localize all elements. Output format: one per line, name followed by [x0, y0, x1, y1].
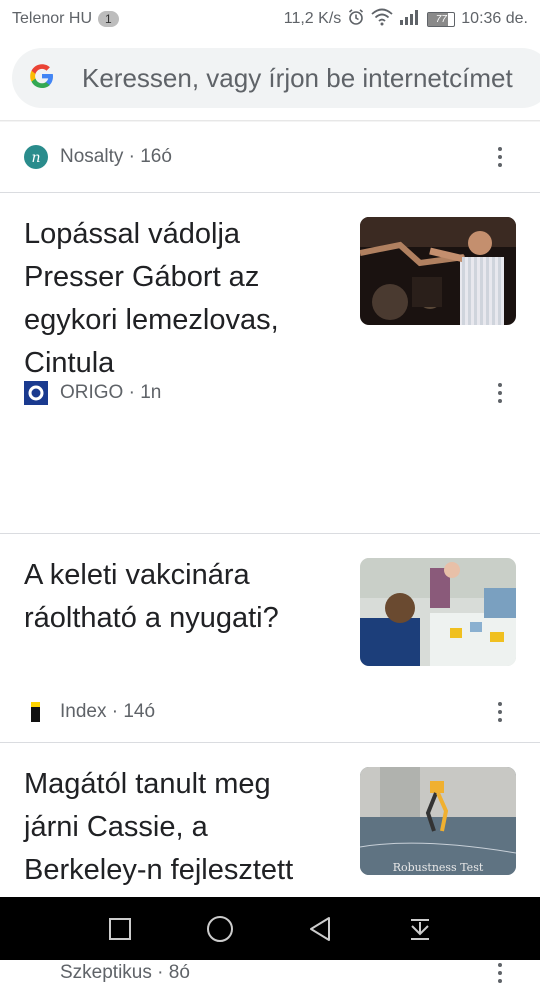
index-logo-icon: [24, 700, 48, 724]
article-thumbnail[interactable]: [360, 217, 516, 325]
more-vert-icon[interactable]: [490, 143, 510, 171]
article-title[interactable]: A keleti vakcinára ráoltható a nyugati?: [24, 534, 324, 640]
google-g-icon: [28, 62, 56, 95]
status-right: 11,2 K/s 77 10:36 de.: [284, 8, 528, 31]
source-label: Index · 14ó: [60, 701, 156, 722]
status-bar: Telenor HU 1 11,2 K/s 77 10:36 de.: [0, 0, 540, 38]
article-thumbnail[interactable]: [360, 558, 516, 666]
card-meta-index: Index · 14ó: [0, 682, 540, 742]
battery-level: 77: [435, 13, 447, 25]
notification-pulldown-icon[interactable]: [400, 909, 440, 949]
article-thumbnail[interactable]: Robustness Test: [360, 767, 516, 875]
source-label: Nosalty · 16ó: [60, 146, 172, 167]
wifi-icon: [371, 8, 393, 31]
source-label: ORIGO · 1n: [60, 382, 162, 403]
source-label: Szkeptikus · 8ó: [60, 962, 190, 983]
source-logo-icon: [24, 961, 48, 985]
battery-icon: 77: [427, 11, 456, 27]
search-input[interactable]: Keressen, vagy írjon be internetcímet: [82, 63, 513, 94]
alarm-icon: [347, 8, 365, 31]
signal-icon: [399, 9, 421, 30]
article-title[interactable]: Lopással vádolja Presser Gábort az egyko…: [24, 193, 324, 385]
thumb-caption: Robustness Test: [393, 861, 484, 874]
carrier-name: Telenor HU: [12, 10, 93, 27]
more-vert-icon[interactable]: [490, 379, 510, 407]
clock: 10:36 de.: [461, 10, 528, 27]
system-nav-bar: [0, 897, 540, 960]
more-vert-icon[interactable]: [490, 698, 510, 726]
article-card-presser[interactable]: Lopással vádolja Presser Gábort az egyko…: [0, 193, 540, 405]
carrier-badge: 1: [98, 11, 119, 27]
home-circle-icon[interactable]: [200, 909, 240, 949]
origo-logo-icon: [24, 381, 48, 405]
status-left: Telenor HU 1: [12, 10, 119, 28]
back-triangle-icon[interactable]: [300, 909, 340, 949]
article-card-vaccine[interactable]: A keleti vakcinára ráoltható a nyugati? …: [0, 534, 540, 742]
card-meta-origo: ORIGO · 1n: [0, 363, 540, 423]
recents-square-icon[interactable]: [100, 909, 140, 949]
more-vert-icon[interactable]: [490, 959, 510, 987]
news-feed: n Nosalty · 16ó Lopással vádolja Presser…: [0, 122, 540, 983]
svg-text:n: n: [31, 150, 40, 166]
network-speed: 11,2 K/s: [283, 10, 342, 27]
nosalty-logo-icon: n: [24, 145, 48, 169]
search-bar[interactable]: Keressen, vagy írjon be internetcímet: [12, 48, 540, 108]
card-meta-nosalty: n Nosalty · 16ó: [0, 122, 540, 192]
